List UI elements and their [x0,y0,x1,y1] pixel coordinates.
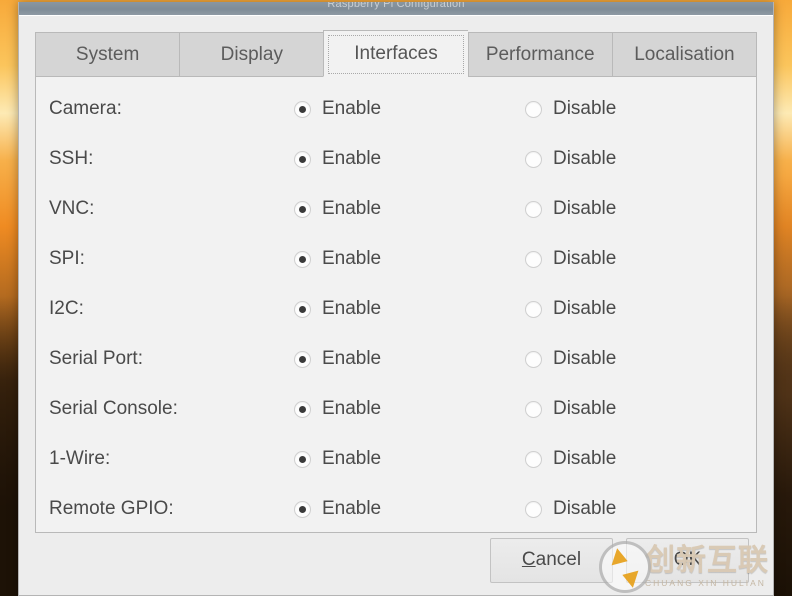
tab-label: Display [220,43,283,65]
row-label: SSH: [49,148,94,169]
row-serial-port: Serial Port: Enable Disable [36,334,756,384]
radio-unselected-icon [524,250,542,268]
radio-selected-icon [293,450,311,468]
row-i2c: I2C: Enable Disable [36,284,756,334]
row-one-wire: 1-Wire: Enable Disable [36,434,756,484]
radio-label: Disable [552,198,617,219]
ok-button[interactable]: OK [626,537,749,583]
radio-unselected-icon [524,450,542,468]
tab-interfaces[interactable]: Interfaces [323,30,468,77]
tab-bar: System Display Interfaces Performance Lo… [35,30,758,77]
row-label: Camera: [49,98,122,119]
radio-unselected-icon [524,100,542,118]
row-vnc: VNC: Enable Disable [36,184,756,234]
dialog-button-bar: Cancel OK 创新互联 CHUANG XIN HULIAN [35,533,768,595]
radio-label: Enable [321,198,382,219]
serial-console-disable-radio[interactable]: Disable [524,398,756,420]
camera-disable-radio[interactable]: Disable [524,98,756,120]
serial-console-enable-radio[interactable]: Enable [293,398,525,420]
radio-unselected-icon [524,500,542,518]
radio-label: Enable [321,448,382,469]
radio-selected-icon [293,150,311,168]
spi-enable-radio[interactable]: Enable [293,248,525,270]
radio-selected-icon [293,250,311,268]
radio-selected-icon [293,400,311,418]
row-serial-console: Serial Console: Enable Disable [36,384,756,434]
i2c-enable-radio[interactable]: Enable [293,298,525,320]
radio-unselected-icon [524,400,542,418]
tab-performance[interactable]: Performance [467,32,612,77]
desktop: Raspberry Pi Configuration System Displa… [0,0,792,596]
serial-port-enable-radio[interactable]: Enable [293,348,525,370]
row-camera: Camera: Enable Disable [36,84,756,134]
row-label: SPI: [49,248,85,269]
camera-enable-radio[interactable]: Enable [293,98,525,120]
one-wire-enable-radio[interactable]: Enable [293,448,525,470]
radio-selected-icon [293,350,311,368]
tab-system[interactable]: System [35,32,180,77]
radio-label: Disable [552,98,617,119]
radio-label: Disable [552,148,617,169]
radio-label: Enable [321,248,382,269]
tab-localisation[interactable]: Localisation [611,32,758,77]
radio-selected-icon [293,300,311,318]
window-body: System Display Interfaces Performance Lo… [19,16,773,595]
row-remote-gpio: Remote GPIO: Enable Disable [36,484,756,534]
tab-display[interactable]: Display [179,32,324,77]
window-titlebar[interactable]: Raspberry Pi Configuration [19,2,773,16]
radio-label: Enable [321,348,382,369]
radio-label: Enable [321,498,382,519]
radio-label: Disable [552,398,617,419]
row-ssh: SSH: Enable Disable [36,134,756,184]
radio-label: Disable [552,448,617,469]
vnc-enable-radio[interactable]: Enable [293,198,525,220]
radio-label: Enable [321,148,382,169]
ok-label: OK [673,549,702,570]
window-title: Raspberry Pi Configuration [327,2,465,10]
remote-gpio-disable-radio[interactable]: Disable [524,498,756,520]
i2c-disable-radio[interactable]: Disable [524,298,756,320]
row-label: I2C: [49,298,84,319]
radio-label: Enable [321,98,382,119]
radio-label: Disable [552,348,617,369]
serial-port-disable-radio[interactable]: Disable [524,348,756,370]
row-label: 1-Wire: [49,448,111,469]
ssh-disable-radio[interactable]: Disable [524,148,756,170]
one-wire-disable-radio[interactable]: Disable [524,448,756,470]
tab-label: Performance [485,43,595,65]
cancel-button[interactable]: Cancel [490,537,613,583]
row-spi: SPI: Enable Disable [36,234,756,284]
radio-selected-icon [293,100,311,118]
row-label: Remote GPIO: [49,498,174,519]
remote-gpio-enable-radio[interactable]: Enable [293,498,525,520]
interfaces-panel: Camera: Enable Disable SSH: Enable Disab… [35,76,757,533]
tab-label: Localisation [634,43,735,65]
configuration-window: Raspberry Pi Configuration System Displa… [18,2,774,596]
cancel-mnemonic: C [521,549,536,570]
vnc-disable-radio[interactable]: Disable [524,198,756,220]
radio-unselected-icon [524,200,542,218]
row-label: Serial Port: [49,348,143,369]
row-label: Serial Console: [49,398,178,419]
ssh-enable-radio[interactable]: Enable [293,148,525,170]
radio-label: Enable [321,298,382,319]
radio-label: Disable [552,248,617,269]
radio-unselected-icon [524,150,542,168]
radio-label: Disable [552,498,617,519]
radio-label: Enable [321,398,382,419]
radio-selected-icon [293,500,311,518]
radio-unselected-icon [524,300,542,318]
radio-unselected-icon [524,350,542,368]
cancel-label-rest: ancel [535,549,582,570]
radio-label: Disable [552,298,617,319]
radio-selected-icon [293,200,311,218]
row-label: VNC: [49,198,95,219]
tab-label: Interfaces [354,42,438,64]
tab-label: System [75,43,140,65]
spi-disable-radio[interactable]: Disable [524,248,756,270]
